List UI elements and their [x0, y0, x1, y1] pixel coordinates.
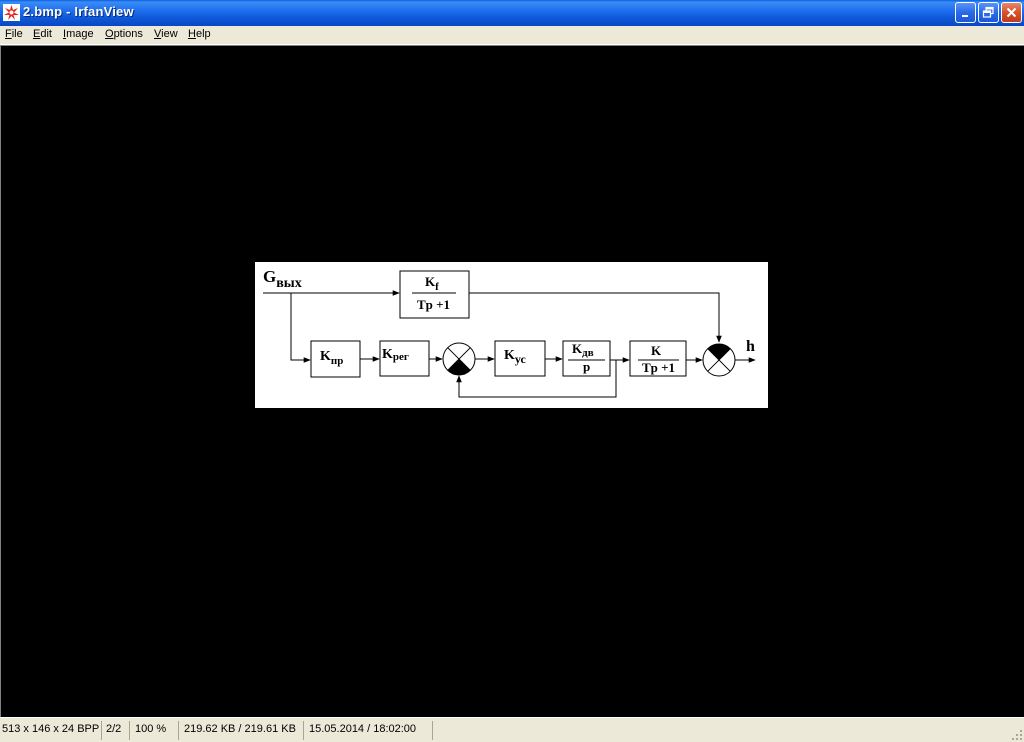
menu-image[interactable]: Image — [63, 28, 94, 40]
menu-options[interactable]: Options — [105, 28, 143, 40]
summing-junction-2 — [702, 343, 736, 377]
status-dimensions: 513 x 146 x 24 BPP — [0, 721, 102, 740]
menu-file[interactable]: File — [5, 28, 23, 40]
irfanview-window: 2.bmp - IrfanView File Edit Image Option… — [0, 0, 1024, 742]
block-k-denominator: Tp +1 — [642, 360, 675, 375]
close-button[interactable] — [1001, 2, 1022, 23]
status-bar: 513 x 146 x 24 BPP 2/2 100 % 219.62 KB /… — [0, 717, 1024, 742]
status-datetime: 15.05.2014 / 18:02:00 — [307, 721, 433, 740]
minimize-icon — [962, 15, 968, 17]
title-bar[interactable]: 2.bmp - IrfanView — [0, 0, 1024, 26]
status-zoom: 100 % — [133, 721, 179, 740]
window-title: 2.bmp - IrfanView — [23, 4, 134, 19]
displayed-image[interactable]: Gвых Kf Tp +1 Kпр Kрег Kус Kдв p K Tp +1… — [255, 262, 768, 408]
kf-to-junction-line — [469, 292, 722, 343]
irfanview-app-icon[interactable] — [3, 4, 20, 21]
resize-grip-icon[interactable] — [1011, 729, 1023, 741]
minimize-button[interactable] — [955, 2, 976, 23]
menu-view[interactable]: View — [154, 28, 178, 40]
block-k-numerator: K — [651, 343, 662, 358]
menu-bar: File Edit Image Options View Help — [0, 26, 1024, 45]
menu-help[interactable]: Help — [188, 28, 211, 40]
restore-icon — [982, 6, 994, 18]
restore-button[interactable] — [978, 2, 999, 23]
input-label: Gвых — [263, 267, 302, 291]
status-index: 2/2 — [104, 721, 130, 740]
block-kdv-denominator: p — [583, 359, 590, 374]
output-label: h — [746, 338, 755, 355]
input-to-kpr-line — [290, 293, 311, 363]
menu-edit[interactable]: Edit — [33, 28, 52, 40]
block-kf-denominator: Tp +1 — [417, 297, 450, 312]
summing-junction-1 — [442, 342, 476, 376]
close-icon — [1006, 7, 1017, 18]
status-filesize: 219.62 KB / 219.61 KB — [182, 721, 304, 740]
block-diagram: Gвых Kf Tp +1 Kпр Kрег Kус Kдв p K Tp +1… — [263, 267, 756, 398]
